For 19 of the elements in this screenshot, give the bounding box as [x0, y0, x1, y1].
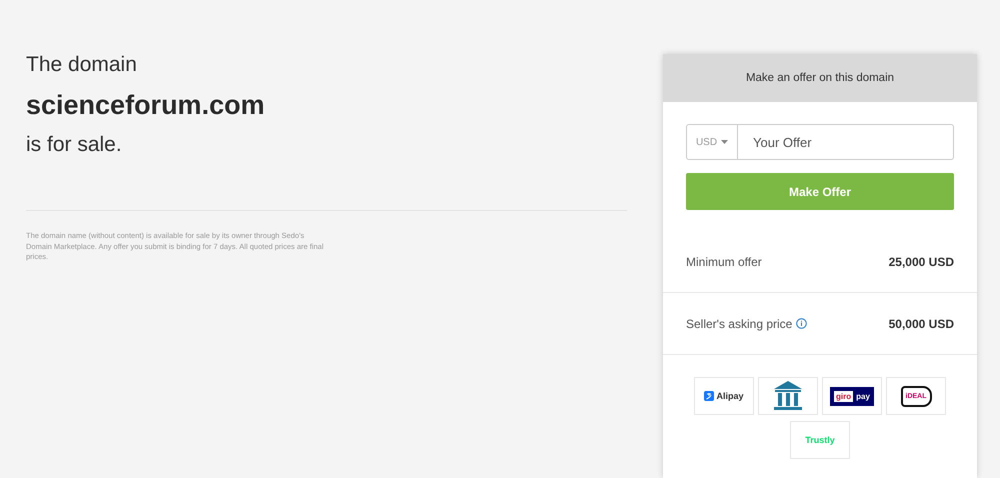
make-offer-button[interactable]: Make Offer: [686, 173, 954, 210]
card-title: Make an offer on this domain: [746, 72, 894, 84]
logo-text: Alipay: [716, 391, 744, 401]
domain-name: scienceforum.com: [26, 89, 265, 122]
price-label: Seller's asking price: [686, 316, 792, 330]
price-value: 25,000 USD: [888, 255, 954, 269]
trustly-logo: Trustly: [805, 435, 835, 445]
bank-icon: [772, 380, 804, 412]
alipay-icon: [704, 391, 714, 401]
caret-icon: [721, 140, 728, 144]
currency-dropdown[interactable]: USD: [686, 124, 738, 160]
heading-text: The domain: [26, 52, 137, 78]
heading-text: is for sale.: [26, 132, 122, 158]
offer-field[interactable]: Your Offer: [738, 124, 954, 160]
logo-text: giro: [834, 390, 854, 402]
price-label: Minimum offer: [686, 255, 762, 269]
price-value: 50,000 USD: [888, 316, 954, 330]
logo-text: pay: [856, 392, 870, 400]
info-icon[interactable]: [796, 318, 808, 329]
